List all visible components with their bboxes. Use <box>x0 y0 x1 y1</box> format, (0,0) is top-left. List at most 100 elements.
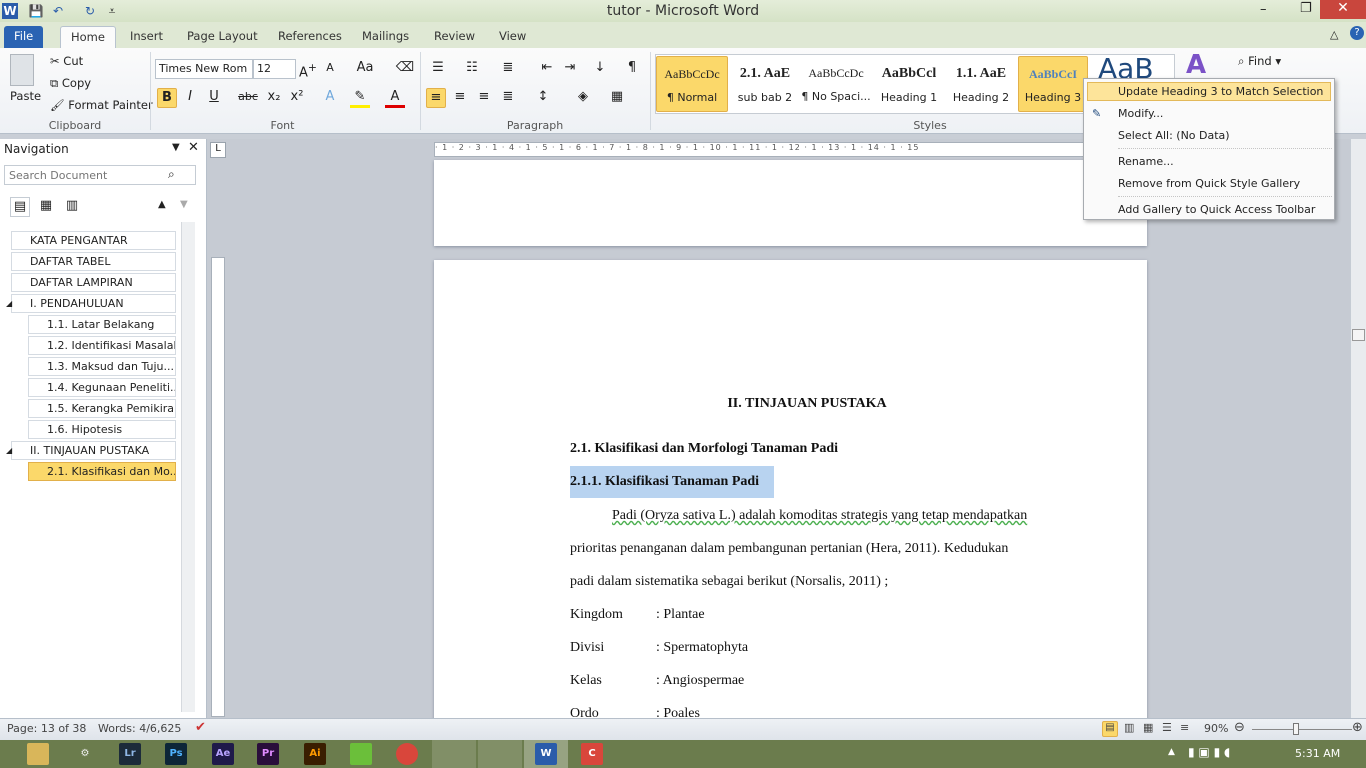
zoom-slider-thumb[interactable] <box>1293 723 1300 735</box>
nav-heading-item[interactable]: ◢ II. TINJAUAN PUSTAKA <box>6 441 176 460</box>
page-count[interactable]: Page: 13 of 38 <box>7 722 86 735</box>
vertical-ruler[interactable] <box>211 257 225 717</box>
align-right-button[interactable]: ≡ <box>474 88 494 108</box>
draft-icon[interactable]: ≡ <box>1180 721 1189 734</box>
tab-mailings[interactable]: Mailings <box>352 26 419 48</box>
text-effects-icon[interactable]: A <box>320 88 340 108</box>
tab-review[interactable]: Review <box>424 26 485 48</box>
nav-heading-item[interactable]: DAFTAR LAMPIRAN <box>11 273 176 292</box>
menu-modify[interactable]: Modify... <box>1118 107 1163 120</box>
nav-heading-item[interactable]: 1.3. Maksud dan Tuju... <box>28 357 176 376</box>
camtasia-icon[interactable]: C <box>581 743 603 765</box>
word-count[interactable]: Words: 4/6,625 <box>98 722 181 735</box>
menu-remove-from-gallery[interactable]: Remove from Quick Style Gallery <box>1118 177 1300 190</box>
font-color-icon[interactable]: A <box>385 88 405 108</box>
style-heading-3[interactable]: AaBbCcI Heading 3 <box>1018 56 1088 112</box>
lightroom-icon[interactable]: Lr <box>119 743 141 765</box>
grow-font-icon[interactable]: A+ <box>298 59 318 80</box>
taxonomy-value[interactable]: : Spermatophyta <box>656 640 748 656</box>
help-icon[interactable]: ? <box>1350 26 1364 40</box>
nav-heading-item[interactable]: 1.2. Identifikasi Masalah <box>28 336 176 355</box>
explorer-icon[interactable] <box>27 743 49 765</box>
cut-button[interactable]: ✂ Cut <box>50 54 83 68</box>
taskbar-folder-button[interactable] <box>432 740 476 768</box>
align-left-button[interactable]: ≡ <box>426 88 446 108</box>
sort-icon[interactable]: ↓ <box>590 59 610 79</box>
taskbar-notepad-button[interactable] <box>478 740 522 768</box>
nav-heading-item[interactable]: DAFTAR TABEL <box>11 252 176 271</box>
proofing-icon[interactable]: ✔ <box>195 720 206 735</box>
nav-heading-item[interactable]: ◢ I. PENDAHULUAN <box>6 294 176 313</box>
menu-rename[interactable]: Rename... <box>1118 155 1174 168</box>
settings-icon[interactable]: ⚙ <box>74 743 96 765</box>
justify-button[interactable]: ≣ <box>498 88 518 108</box>
show-formatting-icon[interactable]: ¶ <box>622 59 642 79</box>
font-name-select[interactable]: Times New Rom <box>155 59 253 79</box>
tab-page-layout[interactable]: Page Layout <box>177 26 268 48</box>
close-pane-icon[interactable]: ✕ <box>188 140 199 155</box>
illustrator-icon[interactable]: Ai <box>304 743 326 765</box>
nav-heading-item[interactable]: KATA PENGANTAR <box>11 231 176 250</box>
find-button[interactable]: ⌕ Find ▾ <box>1238 54 1281 69</box>
clear-formatting-icon[interactable]: ⌫ <box>395 59 415 79</box>
tab-view[interactable]: View <box>489 26 536 48</box>
taxonomy-rank[interactable]: Divisi <box>570 640 604 656</box>
italic-button[interactable]: I <box>180 88 200 108</box>
nav-heading-item[interactable]: 1.5. Kerangka Pemikiran <box>28 399 176 418</box>
style-sub-bab-2[interactable]: 2.1. AaE sub bab 2 <box>729 56 801 112</box>
web-layout-icon[interactable]: ▦ <box>1143 721 1153 734</box>
paste-icon[interactable] <box>10 54 34 86</box>
menu-select-all[interactable]: Select All: (No Data) <box>1118 129 1230 142</box>
heading-2[interactable]: 2.1. Klasifikasi dan Morfologi Tanaman P… <box>570 441 838 457</box>
strikethrough-button[interactable]: abc <box>238 88 258 108</box>
taxonomy-value[interactable]: : Plantae <box>656 607 705 623</box>
nav-heading-item[interactable]: 1.6. Hipotesis <box>28 420 176 439</box>
superscript-button[interactable]: x² <box>287 88 307 108</box>
pane-options-icon[interactable]: ▼ <box>172 142 180 153</box>
minimize-ribbon-icon[interactable]: △ <box>1330 28 1338 41</box>
print-layout-icon[interactable]: ▤ <box>1102 721 1118 737</box>
menu-update-heading[interactable]: Update Heading 3 to Match Selection <box>1118 85 1323 98</box>
tab-insert[interactable]: Insert <box>120 26 173 48</box>
change-styles-icon[interactable]: A <box>1186 50 1206 80</box>
nav-heading-item[interactable]: 1.4. Kegunaan Peneliti... <box>28 378 176 397</box>
taxonomy-rank[interactable]: Kelas <box>570 673 602 689</box>
format-painter-button[interactable]: 🖌 Format Painter <box>50 98 153 112</box>
green-app-icon[interactable] <box>350 743 372 765</box>
style-heading-1[interactable]: AaBbCcl Heading 1 <box>873 56 945 112</box>
premiere-icon[interactable]: Pr <box>257 743 279 765</box>
clock[interactable]: 5:31 AM <box>1295 747 1340 760</box>
zoom-out-icon[interactable]: ⊖ <box>1234 720 1245 735</box>
paragraph-line[interactable]: prioritas penanganan dalam pembangunan p… <box>570 541 1008 557</box>
decrease-indent-icon[interactable]: ⇤ <box>537 59 557 79</box>
tray-icons[interactable]: ▮ ▣ ▮ ◖ <box>1188 745 1230 759</box>
collapse-triangle-icon[interactable]: ◢ <box>6 442 12 460</box>
tab-references[interactable]: References <box>268 26 352 48</box>
horizontal-ruler[interactable]: · 1 · 2 · 3 · 1 · 4 · 1 · 5 · 1 · 6 · 1 … <box>434 142 1147 157</box>
paste-button[interactable]: Paste <box>10 89 41 103</box>
after-effects-icon[interactable]: Ae <box>212 743 234 765</box>
restore-button[interactable]: ❐ <box>1300 1 1312 16</box>
close-button[interactable]: ✕ <box>1320 0 1366 19</box>
zoom-slider[interactable] <box>1252 729 1352 730</box>
taxonomy-value[interactable]: : Angiospermae <box>656 673 744 689</box>
copy-button[interactable]: ⧉ Copy <box>50 76 91 91</box>
borders-icon[interactable]: ▦ <box>607 88 627 108</box>
shrink-font-icon[interactable]: A <box>320 59 340 79</box>
tab-selector[interactable]: L <box>210 142 226 158</box>
chrome-icon[interactable] <box>396 743 418 765</box>
full-screen-reading-icon[interactable]: ▥ <box>1124 721 1134 734</box>
chapter-heading[interactable]: II. TINJAUAN PUSTAKA <box>434 396 1180 412</box>
zoom-in-icon[interactable]: ⊕ <box>1352 720 1363 735</box>
paragraph-line[interactable]: Padi (Oryza sativa L.) adalah komoditas … <box>612 508 1027 524</box>
subscript-button[interactable]: x₂ <box>264 88 284 108</box>
tab-home[interactable]: Home <box>60 26 116 48</box>
nav-heading-item[interactable]: 1.1. Latar Belakang <box>28 315 176 334</box>
shading-icon[interactable]: ◈ <box>573 88 593 108</box>
numbering-icon[interactable]: ☷ <box>462 59 482 79</box>
align-center-button[interactable]: ≡ <box>450 88 470 108</box>
line-spacing-icon[interactable]: ↕ <box>533 88 553 108</box>
browse-pages-icon[interactable]: ▦ <box>36 197 56 217</box>
collapse-triangle-icon[interactable]: ◢ <box>6 295 12 313</box>
tab-file[interactable]: File <box>4 26 44 48</box>
